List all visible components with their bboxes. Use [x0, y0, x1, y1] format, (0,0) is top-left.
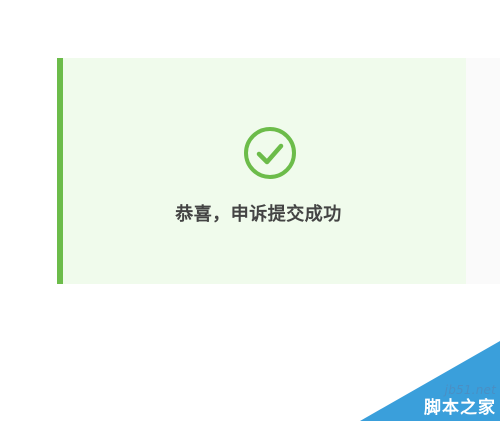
success-panel: 恭喜，申诉提交成功 — [57, 58, 466, 284]
check-circle-icon — [244, 127, 296, 179]
success-message: 恭喜，申诉提交成功 — [175, 204, 342, 225]
watermark: jb51.net 脚本之家 — [360, 341, 500, 421]
watermark-name: 脚本之家 — [424, 398, 496, 418]
panel-edge — [466, 58, 500, 284]
page: 恭喜，申诉提交成功 jb51.net 脚本之家 — [0, 0, 500, 421]
